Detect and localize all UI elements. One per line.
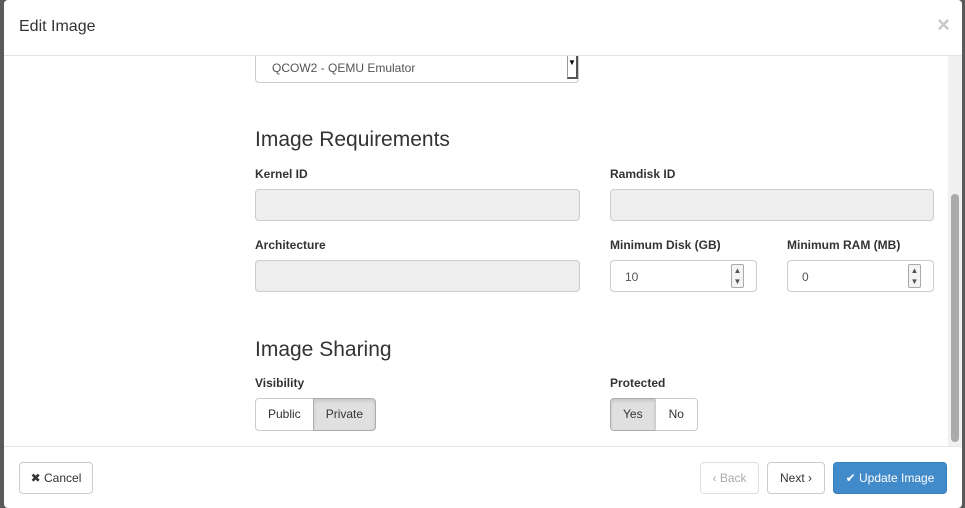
modal-footer: ✖ Cancel ‹ Back Next › ✔ Update Image xyxy=(4,446,962,508)
min-ram-label: Minimum RAM (MB) xyxy=(787,238,901,252)
format-selected: QCOW2 - QEMU Emulator xyxy=(272,61,416,75)
protected-yes[interactable]: Yes xyxy=(610,398,656,431)
scrollbar-thumb[interactable] xyxy=(951,194,959,442)
caret-down-icon: ▼ xyxy=(567,56,578,79)
update-image-button[interactable]: ✔ Update Image xyxy=(833,462,947,494)
ramdisk-input[interactable] xyxy=(610,189,934,221)
ramdisk-label: Ramdisk ID xyxy=(610,167,676,181)
kernel-label: Kernel ID xyxy=(255,167,308,181)
min-ram-input[interactable]: 0 ▲ ▼ xyxy=(787,260,934,292)
min-disk-label: Minimum Disk (GB) xyxy=(610,238,721,252)
spinner-icon[interactable]: ▲ ▼ xyxy=(731,264,744,288)
min-disk-input[interactable]: 10 ▲ ▼ xyxy=(610,260,757,292)
protected-label: Protected xyxy=(610,376,666,390)
requirements-heading: Image Requirements xyxy=(255,128,450,151)
scrollbar[interactable] xyxy=(948,56,962,446)
back-button[interactable]: ‹ Back xyxy=(700,462,759,494)
visibility-label: Visibility xyxy=(255,376,305,390)
format-select[interactable]: QCOW2 - QEMU Emulator ▼ xyxy=(255,56,579,83)
modal-title: Edit Image xyxy=(19,18,96,35)
close-icon[interactable]: × xyxy=(937,12,950,38)
min-ram-value: 0 xyxy=(802,270,809,284)
sharing-heading: Image Sharing xyxy=(255,338,392,361)
modal-header: Edit Image × xyxy=(4,0,962,56)
modal-body: QCOW2 - QEMU Emulator ▼ Image Requirement… xyxy=(4,56,962,446)
cancel-button[interactable]: ✖ Cancel xyxy=(19,462,93,494)
protected-no[interactable]: No xyxy=(654,398,698,431)
architecture-label: Architecture xyxy=(255,238,326,252)
spinner-icon[interactable]: ▲ ▼ xyxy=(908,264,921,288)
visibility-public[interactable]: Public xyxy=(255,398,314,431)
architecture-input[interactable] xyxy=(255,260,580,292)
edit-image-modal: Edit Image × QCOW2 - QEMU Emulator ▼ Imag… xyxy=(4,0,962,508)
kernel-input[interactable] xyxy=(255,189,580,221)
visibility-toggle: Public Private xyxy=(255,398,377,431)
min-disk-value: 10 xyxy=(625,270,639,284)
visibility-private[interactable]: Private xyxy=(312,398,377,431)
protected-toggle: Yes No xyxy=(610,398,698,431)
next-button[interactable]: Next › xyxy=(767,462,825,494)
